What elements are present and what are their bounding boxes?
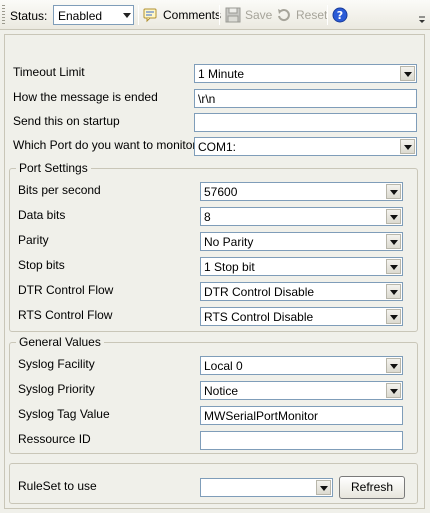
startup-send-input[interactable] <box>194 113 417 132</box>
toolbar-separator <box>219 5 220 25</box>
chevron-down-icon[interactable] <box>386 234 401 249</box>
ruleset-label: RuleSet to use <box>18 479 97 493</box>
resource-id-label: Ressource ID <box>18 432 91 446</box>
toolbar-separator <box>327 5 328 25</box>
chevron-down-icon[interactable] <box>386 383 401 398</box>
port-monitor-select[interactable]: COM1: <box>194 137 417 156</box>
chevron-down-icon[interactable] <box>386 358 401 373</box>
dtr-control-value: DTR Control Disable <box>204 285 315 299</box>
port-monitor-value: COM1: <box>198 140 237 154</box>
syslog-tag-label: Syslog Tag Value <box>18 407 110 421</box>
chevron-down-icon[interactable] <box>400 66 415 81</box>
stop-bits-label: Stop bits <box>18 258 65 272</box>
save-icon <box>225 7 241 23</box>
chevron-down-icon[interactable] <box>119 6 133 24</box>
chevron-down-icon[interactable] <box>386 209 401 224</box>
comments-icon <box>143 7 159 23</box>
syslog-priority-label: Syslog Priority <box>18 382 95 396</box>
ruleset-group: RuleSet to use Refresh <box>9 463 418 504</box>
save-label: Save <box>245 8 273 22</box>
port-settings-title: Port Settings <box>16 161 91 175</box>
syslog-tag-value: MWSerialPortMonitor <box>204 409 319 423</box>
data-bits-select[interactable]: 8 <box>200 207 403 226</box>
rts-control-select[interactable]: RTS Control Disable <box>200 307 403 326</box>
port-settings-group: Port Settings Bits per second 57600 Data… <box>9 161 418 332</box>
parity-label: Parity <box>18 233 49 247</box>
bits-per-second-value: 57600 <box>204 185 238 199</box>
general-values-group: General Values Syslog Facility Local 0 S… <box>9 335 418 454</box>
timeout-limit-value: 1 Minute <box>198 67 245 81</box>
message-end-label: How the message is ended <box>13 90 158 104</box>
chevron-down-icon[interactable] <box>316 480 331 495</box>
chevron-down-icon[interactable] <box>386 259 401 274</box>
bits-per-second-label: Bits per second <box>18 183 101 197</box>
reset-button[interactable]: Reset <box>276 5 327 25</box>
chevron-down-icon[interactable] <box>386 309 401 324</box>
chevron-down-icon[interactable] <box>386 184 401 199</box>
status-label: Status: <box>10 9 48 23</box>
comments-label: Comments <box>163 8 222 22</box>
toolbar-separator <box>138 5 139 25</box>
help-icon: ? <box>332 7 348 23</box>
save-button[interactable]: Save <box>225 5 272 25</box>
general-values-title: General Values <box>16 335 104 349</box>
toolbar-grip[interactable] <box>2 5 5 25</box>
stop-bits-select[interactable]: 1 Stop bit <box>200 257 403 276</box>
syslog-tag-input[interactable]: MWSerialPortMonitor <box>200 406 403 425</box>
help-button[interactable]: ? <box>332 5 352 25</box>
bits-per-second-select[interactable]: 57600 <box>200 182 403 201</box>
data-bits-label: Data bits <box>18 208 66 222</box>
startup-send-label: Send this on startup <box>13 114 120 128</box>
stop-bits-value: 1 Stop bit <box>204 260 255 274</box>
toolbar: Status: Enabled Comments Save Reset ? <box>0 0 430 30</box>
message-end-input[interactable]: \r\n <box>194 89 417 108</box>
timeout-limit-select[interactable]: 1 Minute <box>194 64 417 83</box>
syslog-priority-select[interactable]: Notice <box>200 381 403 400</box>
svg-text:?: ? <box>337 9 343 22</box>
refresh-button[interactable]: Refresh <box>339 476 405 499</box>
status-select[interactable]: Enabled <box>53 5 134 25</box>
reset-label: Reset <box>296 8 328 22</box>
port-monitor-label: Which Port do you want to monitor <box>13 138 197 152</box>
rts-control-label: RTS Control Flow <box>18 308 113 322</box>
timeout-limit-label: Timeout Limit <box>13 65 85 79</box>
syslog-facility-value: Local 0 <box>204 359 243 373</box>
dtr-control-label: DTR Control Flow <box>18 283 114 297</box>
toolbar-overflow-icon[interactable] <box>417 6 427 26</box>
parity-select[interactable]: No Parity <box>200 232 403 251</box>
syslog-facility-select[interactable]: Local 0 <box>200 356 403 375</box>
settings-panel: Timeout Limit 1 Minute How the message i… <box>4 34 425 509</box>
message-end-value: \r\n <box>198 92 216 106</box>
chevron-down-icon[interactable] <box>400 139 415 154</box>
comments-button[interactable]: Comments <box>143 5 221 25</box>
chevron-down-icon[interactable] <box>386 284 401 299</box>
data-bits-value: 8 <box>204 210 211 224</box>
status-select-value: Enabled <box>58 9 103 23</box>
syslog-facility-label: Syslog Facility <box>18 357 95 371</box>
ruleset-select[interactable] <box>200 478 333 497</box>
parity-value: No Parity <box>204 235 254 249</box>
syslog-priority-value: Notice <box>204 384 239 398</box>
rts-control-value: RTS Control Disable <box>204 310 314 324</box>
reset-icon <box>276 7 292 23</box>
dtr-control-select[interactable]: DTR Control Disable <box>200 282 403 301</box>
resource-id-input[interactable] <box>200 431 403 450</box>
